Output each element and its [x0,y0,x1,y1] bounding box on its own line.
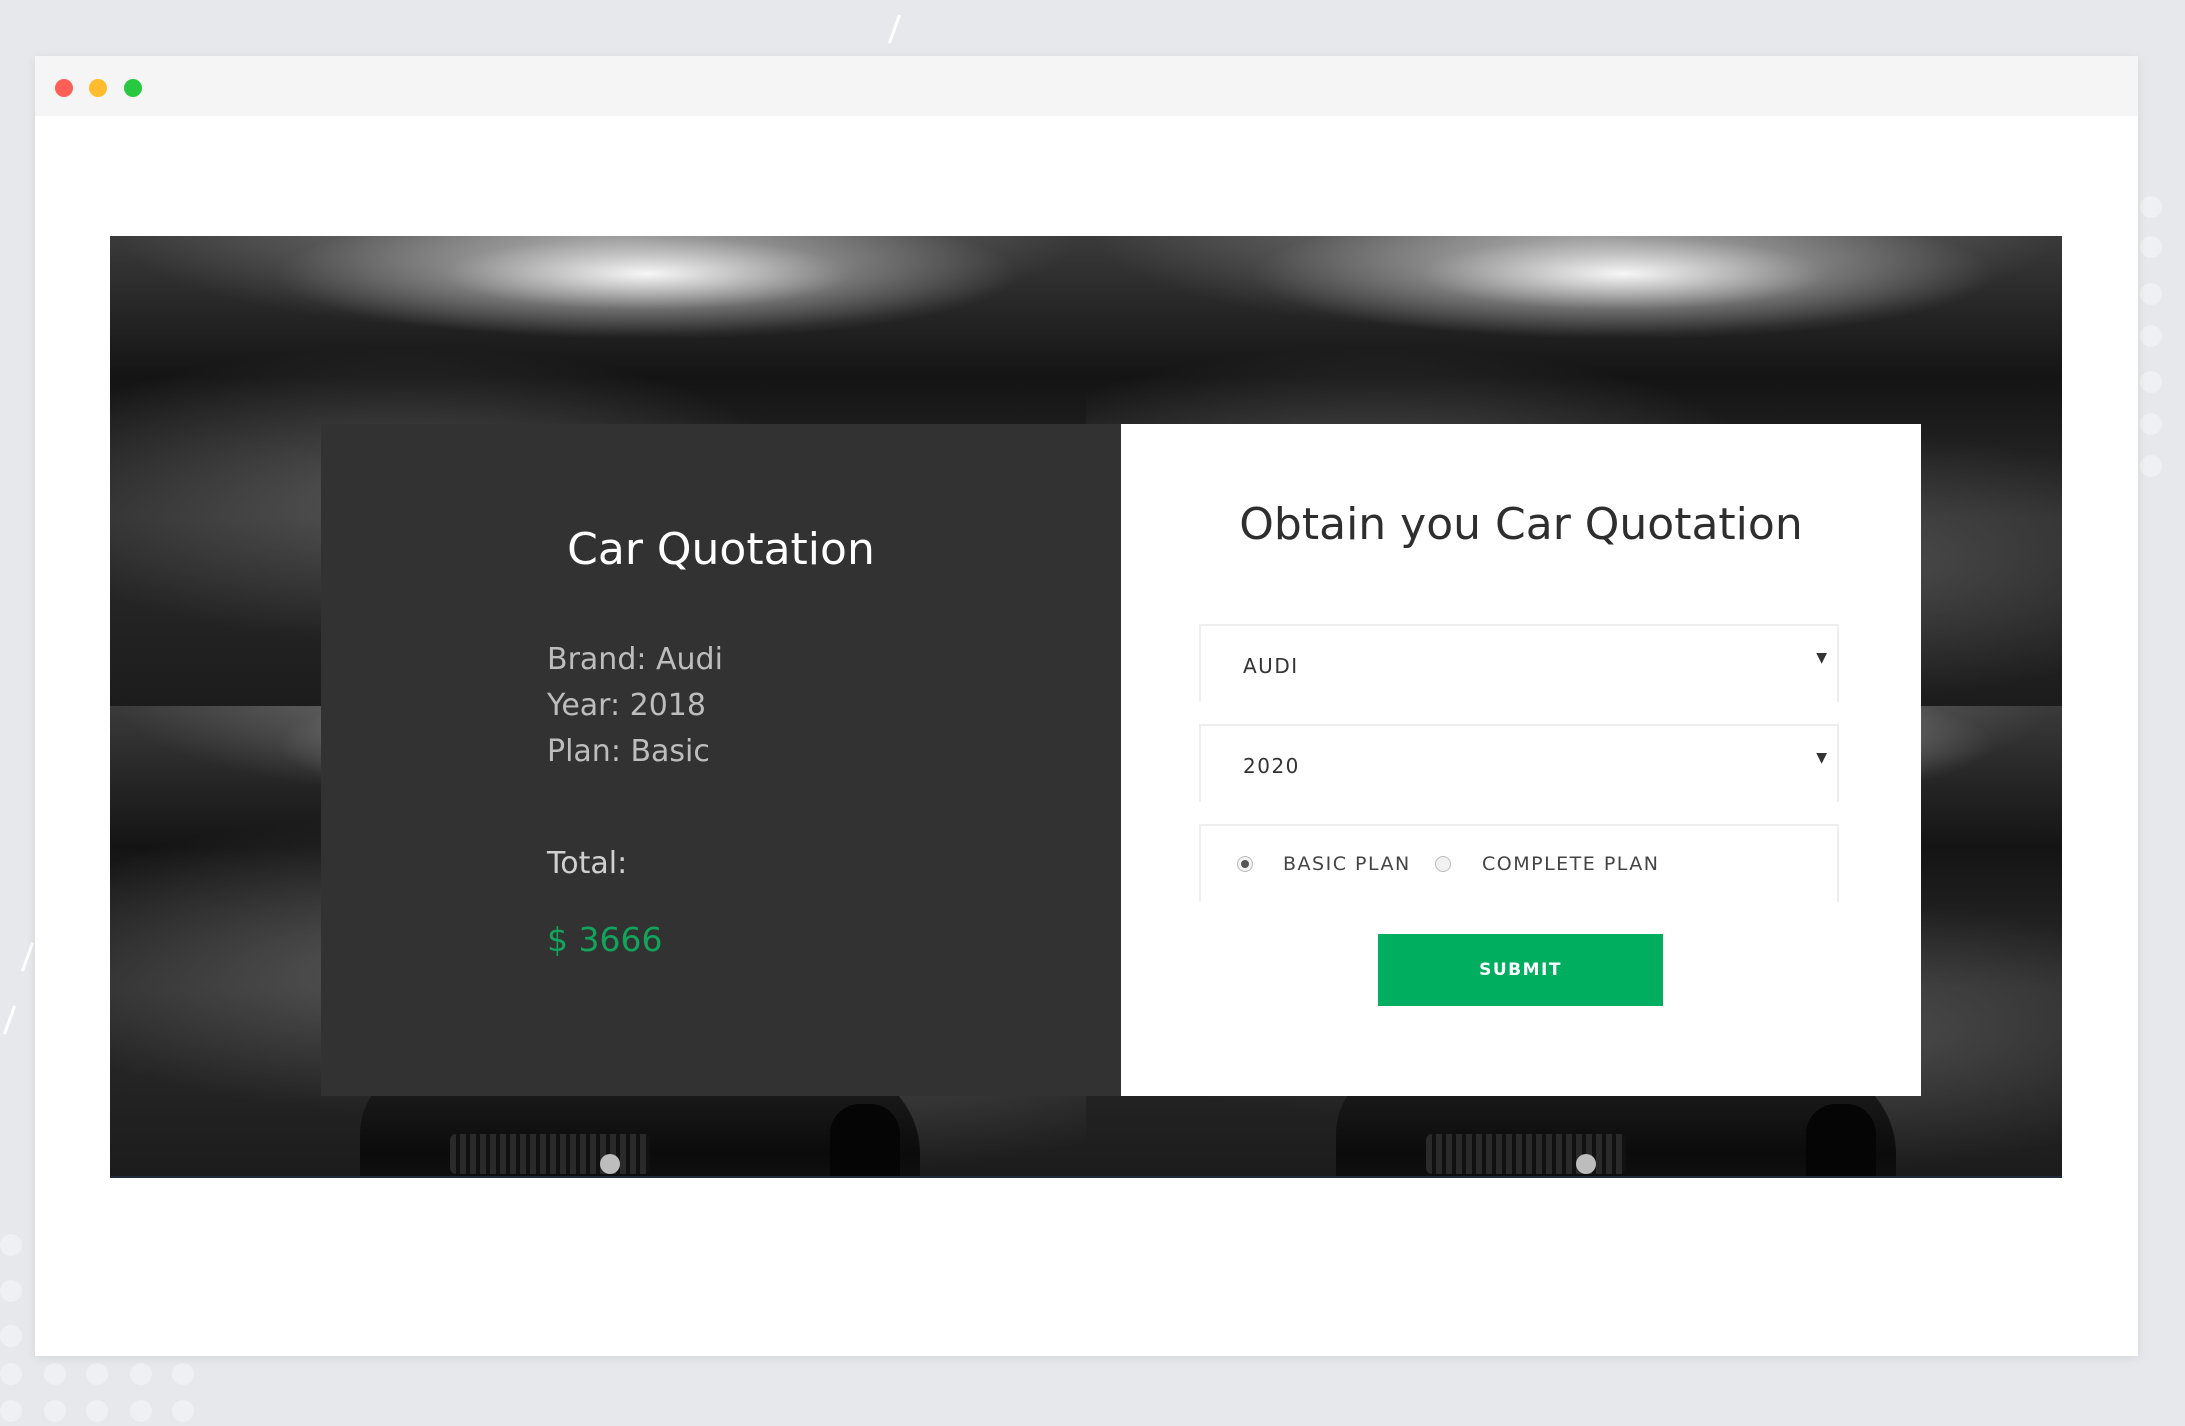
decorative-dot [172,1400,194,1422]
submit-button[interactable]: SUBMIT [1378,934,1663,1006]
form-title: Obtain you Car Quotation [1239,499,1803,550]
summary-brand: Brand: Audi [547,642,723,677]
car-fog-light [600,1154,620,1174]
decorative-slash [2,1005,17,1035]
decorative-dot [0,1363,22,1385]
basic-plan-radio[interactable] [1237,856,1253,872]
summary-total-amount: $ 3666 [547,920,663,959]
chevron-down-icon: ▼ [1816,750,1827,766]
year-select-value: 2020 [1243,754,1300,778]
summary-year: Year: 2018 [547,688,706,723]
decorative-dot [2140,413,2162,435]
decorative-dot [0,1400,22,1422]
maximize-window-icon[interactable] [124,79,142,97]
decorative-dot [44,1400,66,1422]
minimize-window-icon[interactable] [89,79,107,97]
brand-select[interactable]: AUDI ▼ [1199,624,1839,702]
decorative-dot [2140,371,2162,393]
summary-plan: Plan: Basic [547,734,710,769]
decorative-dot [0,1280,22,1302]
summary-title: Car Quotation [567,524,875,575]
close-window-icon[interactable] [55,79,73,97]
decorative-dot [2140,283,2162,305]
browser-window: Car Quotation Brand: Audi Year: 2018 Pla… [35,56,2138,1356]
decorative-dot [44,1363,66,1385]
quotation-form-panel: Obtain you Car Quotation AUDI ▼ 2020 ▼ B… [1121,424,1921,1096]
decorative-dot [2140,455,2162,477]
decorative-dot [130,1400,152,1422]
complete-plan-label[interactable]: COMPLETE PLAN [1482,853,1660,875]
decorative-dot [172,1363,194,1385]
summary-total-label: Total: [547,846,628,881]
car-grille [450,1134,650,1174]
plan-radio-group: BASIC PLAN COMPLETE PLAN [1199,824,1839,902]
car-wheel [1806,1104,1876,1176]
decorative-slash [20,942,35,972]
car-wheel [830,1104,900,1176]
quotation-summary-panel: Car Quotation Brand: Audi Year: 2018 Pla… [321,424,1121,1096]
window-titlebar [35,56,2138,116]
decorative-dot [2140,196,2162,218]
car-fog-light [1576,1154,1596,1174]
complete-plan-radio[interactable] [1435,856,1451,872]
decorative-dot [2140,236,2162,258]
decorative-slash [887,14,902,44]
decorative-dot [130,1363,152,1385]
decorative-dot [2140,325,2162,347]
year-select[interactable]: 2020 ▼ [1199,724,1839,802]
decorative-dot [86,1363,108,1385]
decorative-dot [0,1234,22,1256]
car-grille [1426,1134,1626,1174]
decorative-dot [86,1400,108,1422]
decorative-dot [0,1325,22,1347]
chevron-down-icon: ▼ [1816,650,1827,666]
brand-select-value: AUDI [1243,654,1299,678]
basic-plan-label[interactable]: BASIC PLAN [1283,853,1411,875]
